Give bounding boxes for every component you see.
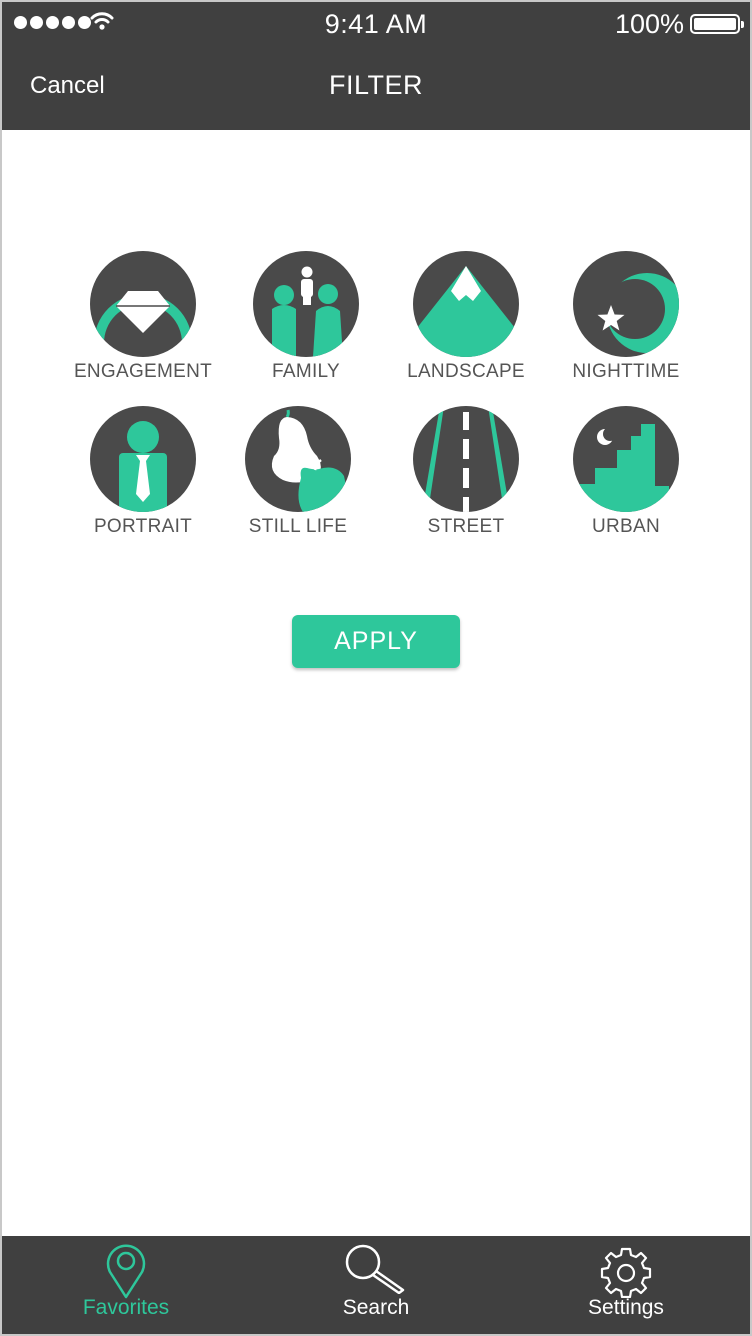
battery-icon bbox=[690, 14, 744, 34]
category-engagement[interactable]: ENGAGEMENT bbox=[63, 251, 223, 383]
category-label: FAMILY bbox=[272, 361, 340, 382]
tab-label: Favorites bbox=[82, 1296, 170, 1319]
category-label: STREET bbox=[427, 516, 505, 537]
phone-screen: 9:41 AM 100% Cancel FILTER ENGAGEMENT FA… bbox=[0, 0, 752, 1336]
category-landscape[interactable]: LANDSCAPE bbox=[386, 251, 546, 383]
mountain-icon bbox=[413, 251, 519, 357]
category-label: PORTRAIT bbox=[93, 516, 193, 537]
category-label: URBAN bbox=[591, 516, 660, 537]
category-label: STILL LIFE bbox=[248, 516, 348, 537]
gear-icon bbox=[600, 1247, 652, 1298]
tab-settings[interactable]: Settings bbox=[526, 1236, 726, 1334]
apply-button[interactable]: APPLY bbox=[292, 615, 460, 668]
city-icon bbox=[573, 406, 679, 512]
ring-icon bbox=[90, 251, 196, 357]
pear-apple-icon bbox=[245, 406, 351, 512]
person-icon bbox=[90, 406, 196, 512]
category-street[interactable]: STREET bbox=[386, 406, 546, 538]
category-family[interactable]: FAMILY bbox=[226, 251, 386, 383]
road-icon bbox=[413, 406, 519, 512]
tab-label: Settings bbox=[588, 1296, 664, 1319]
family-icon bbox=[253, 251, 359, 357]
moon-star-icon bbox=[573, 251, 679, 357]
category-label: NIGHTTIME bbox=[572, 361, 680, 382]
magnifier-icon bbox=[345, 1244, 405, 1294]
navigation-header: 9:41 AM 100% Cancel FILTER bbox=[2, 2, 750, 130]
status-bar: 9:41 AM 100% bbox=[2, 2, 750, 46]
category-still-life[interactable]: STILL LIFE bbox=[218, 406, 378, 538]
tab-search[interactable]: Search bbox=[276, 1236, 476, 1334]
category-urban[interactable]: URBAN bbox=[546, 406, 706, 538]
category-nighttime[interactable]: NIGHTTIME bbox=[546, 251, 706, 383]
page-title: FILTER bbox=[328, 70, 423, 100]
category-portrait[interactable]: PORTRAIT bbox=[63, 406, 223, 538]
tab-favorites[interactable]: Favorites bbox=[26, 1236, 226, 1334]
category-label: LANDSCAPE bbox=[407, 361, 525, 382]
tab-label: Search bbox=[342, 1296, 410, 1319]
tab-bar: Favorites Search Settings bbox=[2, 1236, 750, 1334]
category-label: ENGAGEMENT bbox=[73, 361, 213, 382]
battery-percentage: 100% bbox=[614, 9, 684, 39]
map-pin-icon bbox=[106, 1244, 146, 1299]
